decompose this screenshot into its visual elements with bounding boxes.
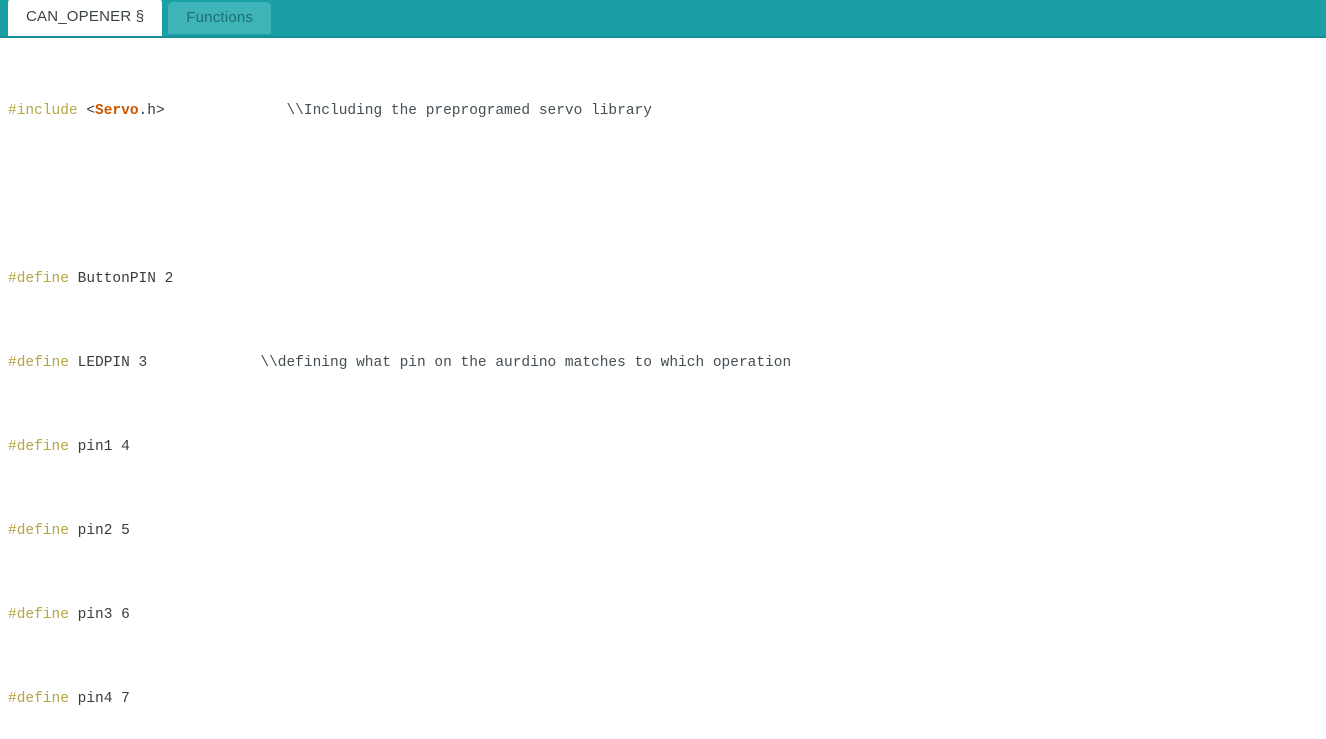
preprocessor-keyword: #define: [8, 691, 69, 707]
comment: \\defining what pin on the aurdino match…: [260, 355, 792, 371]
code-line: #define pin3 6: [0, 605, 1326, 626]
tab-can-opener-label: CAN_OPENER §: [26, 8, 145, 25]
tab-functions-label: Functions: [186, 9, 254, 26]
preprocessor-keyword: #define: [8, 271, 69, 287]
preprocessor-keyword: #define: [8, 439, 69, 455]
tab-can-opener[interactable]: CAN_OPENER §: [8, 0, 163, 36]
code-line: #define LEDPIN 3 \\defining what pin on …: [0, 353, 1326, 374]
preprocessor-keyword: #include: [8, 103, 87, 119]
preprocessor-keyword: #define: [8, 523, 69, 539]
define-body: pin3 6: [68, 607, 130, 623]
angle-open: <: [86, 103, 96, 119]
define-body: pin1 4: [68, 439, 130, 455]
library-name: Servo: [95, 103, 139, 119]
code-line: #include <Servo.h> \\Including the prepr…: [0, 101, 1326, 122]
define-body: LEDPIN 3: [68, 355, 148, 371]
code-editor[interactable]: #include <Servo.h> \\Including the prepr…: [0, 38, 1326, 739]
comment: \\Including the preprogramed servo libra…: [286, 103, 652, 119]
code-line: #define pin2 5: [0, 521, 1326, 542]
define-body: ButtonPIN 2: [68, 271, 174, 287]
define-body: pin2 5: [68, 523, 130, 539]
tab-functions[interactable]: Functions: [168, 2, 272, 34]
code-line: #define pin1 4: [0, 437, 1326, 458]
define-body: pin4 7: [68, 691, 130, 707]
preprocessor-keyword: #define: [8, 355, 69, 371]
code-line: #define pin4 7: [0, 689, 1326, 710]
preprocessor-keyword: #define: [8, 607, 69, 623]
tab-bar: CAN_OPENER § Functions: [0, 0, 1326, 38]
code-line: #define ButtonPIN 2: [0, 269, 1326, 290]
include-tail: .h>: [138, 103, 165, 119]
